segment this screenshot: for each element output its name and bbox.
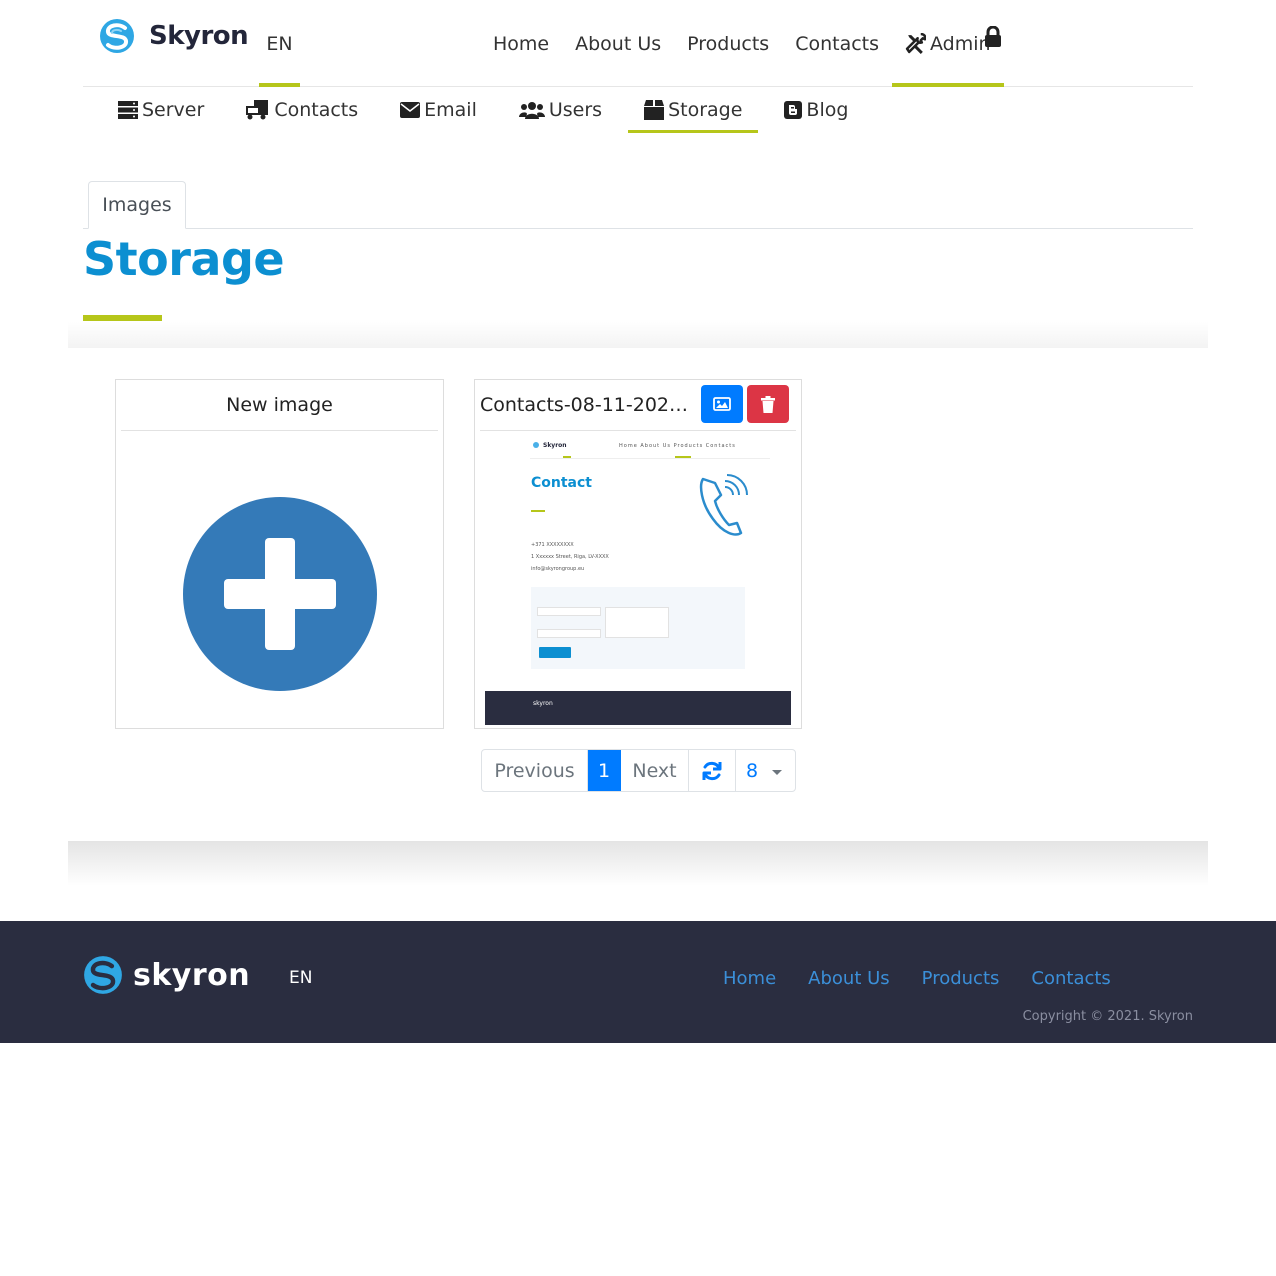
nav-products-label: Products [687, 32, 770, 55]
thumb-contact-info: +371 XXXXXXXX 1 Xxxxxx Street, Riga, LV-… [531, 539, 609, 575]
subnav-blog-label: Blog [806, 99, 849, 121]
subnav-email-label: Email [424, 99, 477, 121]
nav-about-us[interactable]: About Us [562, 0, 674, 87]
subnav-email[interactable]: Email [384, 87, 493, 133]
page-title-underline [83, 315, 162, 321]
nav-contacts-label: Contacts [795, 32, 880, 55]
refresh-button[interactable] [689, 750, 736, 791]
nav-contacts[interactable]: Contacts [782, 0, 892, 87]
nav-about-us-label: About Us [575, 32, 662, 55]
brand-name: Skyron [149, 21, 249, 51]
image-file-card: Contacts-08-11-2025_... Skyron Home Abou… [474, 379, 802, 729]
thumb-send-button [539, 647, 571, 658]
footer-link-about-us[interactable]: About Us [808, 968, 890, 989]
image-thumbnail[interactable]: Skyron Home About Us Products Contacts C… [485, 435, 791, 725]
pagination-page-1[interactable]: 1 [588, 750, 621, 791]
footer-link-contacts[interactable]: Contacts [1031, 968, 1110, 989]
main-nav: Home About Us Products Contacts Admin [480, 0, 1004, 87]
contacts-truck-icon [246, 100, 269, 120]
page-title: Storage [83, 232, 285, 286]
subnav-server-label: Server [142, 99, 205, 121]
new-image-card[interactable]: New image [115, 379, 444, 729]
skyron-logo-icon [100, 19, 134, 53]
new-image-label: New image [226, 394, 333, 416]
site-footer: skyron EN Home About Us Products Contact… [0, 921, 1276, 1043]
page-size-value: 8 [746, 759, 759, 782]
thumb-footer-logo: skyron [533, 700, 553, 707]
thumb-nav: Home About Us Products Contacts [619, 443, 736, 449]
thumb-footer [485, 691, 791, 725]
subnav-blog[interactable]: Blog [768, 87, 864, 133]
storage-tabs: Images [83, 181, 1193, 229]
users-icon [518, 102, 545, 119]
thumb-info-phone: +371 XXXXXXXX [531, 542, 574, 548]
lock-icon [985, 25, 1001, 47]
new-image-card-header: New image [121, 380, 438, 431]
thumb-logo-icon [533, 442, 539, 448]
top-header: Skyron EN Home About Us Products Contact… [83, 0, 1193, 87]
admin-subnav: Server Contacts Email Users Storage Blog [102, 87, 874, 133]
envelope-icon [400, 102, 421, 118]
thumb-info-email: info@skyrongroup.eu [531, 566, 585, 572]
pagination: Previous 1 Next 8 [481, 749, 796, 792]
panel-shadow-bottom [68, 841, 1208, 886]
thumb-nav-underline [675, 456, 691, 458]
thumb-info-address: 1 Xxxxxx Street, Riga, LV-XXXX [531, 554, 609, 560]
subnav-storage-label: Storage [668, 99, 743, 121]
footer-language[interactable]: EN [289, 968, 312, 988]
thumb-title-underline [531, 510, 545, 512]
trash-icon [761, 395, 775, 413]
thumb-field-email [537, 629, 601, 638]
thumb-field-name [537, 607, 601, 616]
view-image-button[interactable] [701, 385, 743, 423]
footer-brand-name: skyron [133, 957, 251, 993]
nav-home-label: Home [493, 32, 550, 55]
footer-copyright: Copyright © 2021. Skyron [1022, 1009, 1193, 1024]
panel-shadow-top [68, 322, 1208, 348]
refresh-icon [702, 761, 722, 780]
thumb-field-message [605, 607, 669, 638]
subnav-users[interactable]: Users [503, 87, 618, 133]
language-label: EN [266, 32, 293, 55]
nav-admin-underline [892, 83, 1004, 87]
footer-link-home[interactable]: Home [723, 968, 776, 989]
tools-icon [905, 33, 927, 54]
pagination-previous[interactable]: Previous [482, 750, 588, 791]
tab-images[interactable]: Images [88, 181, 186, 229]
nav-admin-label: Admin [930, 32, 991, 55]
brand-logo[interactable]: Skyron [99, 18, 249, 54]
phone-icon [699, 474, 748, 536]
thumb-header-line [530, 458, 770, 459]
thumb-contact-form [531, 587, 745, 669]
subnav-contacts-label: Contacts [274, 99, 359, 121]
image-icon [713, 397, 731, 411]
subnav-users-label: Users [548, 99, 603, 121]
language-switcher[interactable]: EN [259, 0, 300, 87]
thumb-logo: Skyron [543, 442, 567, 449]
page-size-select[interactable]: 8 [736, 750, 795, 791]
blogger-icon [784, 101, 803, 119]
nav-home[interactable]: Home [480, 0, 562, 87]
subnav-server[interactable]: Server [102, 87, 220, 133]
nav-products[interactable]: Products [674, 0, 782, 87]
logout-lock-button[interactable] [984, 25, 1002, 52]
tab-images-label: Images [102, 194, 172, 216]
footer-nav: Home About Us Products Contacts [723, 968, 1143, 989]
delete-image-button[interactable] [747, 385, 789, 423]
footer-link-products[interactable]: Products [922, 968, 1000, 989]
plus-circle-icon[interactable] [182, 496, 378, 692]
subnav-storage-underline [628, 130, 759, 133]
thumb-title: Contact [531, 475, 592, 491]
subnav-storage[interactable]: Storage [628, 87, 759, 133]
image-file-name: Contacts-08-11-2025_... [480, 394, 692, 416]
thumb-lang-underline [563, 456, 571, 458]
server-icon [118, 101, 138, 119]
chevron-down-icon [772, 770, 783, 775]
box-icon [644, 100, 665, 120]
pagination-next[interactable]: Next [621, 750, 689, 791]
footer-logo[interactable]: skyron [83, 955, 250, 995]
subnav-contacts[interactable]: Contacts [230, 87, 374, 133]
skyron-logo-icon [84, 956, 122, 994]
